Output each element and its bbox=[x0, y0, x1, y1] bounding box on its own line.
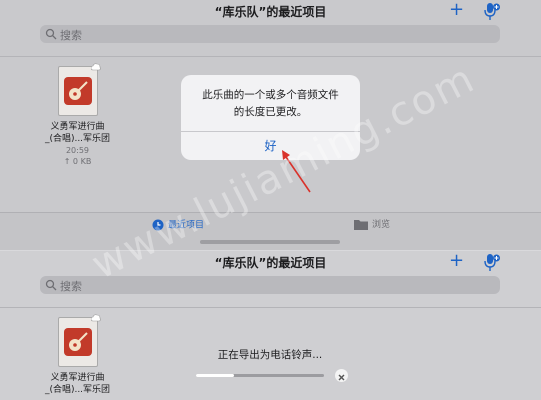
guitar-icon bbox=[63, 77, 92, 105]
cloud-icon bbox=[90, 314, 101, 322]
tab-browse[interactable]: 浏览 bbox=[354, 219, 390, 231]
tab-bar: 最近项目 浏览 bbox=[0, 212, 541, 250]
cloud-icon bbox=[90, 63, 101, 71]
file-name-line2: _(合唱)...军乐团 bbox=[44, 134, 111, 144]
cancel-export-button[interactable] bbox=[335, 369, 348, 382]
home-indicator bbox=[200, 240, 340, 244]
export-progress-panel: 正在导出为电话铃声... bbox=[175, 340, 365, 400]
export-status-label: 正在导出为电话铃声... bbox=[217, 349, 323, 361]
alert-message-line2: 的长度已更改。 bbox=[233, 106, 308, 118]
add-icon[interactable]: + bbox=[449, 0, 464, 21]
file-time: 20:59 bbox=[65, 146, 90, 155]
project-thumbnail bbox=[57, 63, 101, 116]
microphone-plus-icon-bottom bbox=[484, 254, 500, 271]
alert-message: 此乐曲的一个或多个音频文件 的长度已更改。 bbox=[181, 87, 360, 121]
project-file[interactable]: 义勇军进行曲 _(合唱)...军乐团 20:59 ↑ 0 KB bbox=[40, 63, 115, 167]
close-icon bbox=[338, 374, 345, 381]
alert-message-line1: 此乐曲的一个或多个音频文件 bbox=[202, 89, 339, 101]
search-icon bbox=[45, 28, 57, 40]
top-screen: “库乐队”的最近项目 + 搜索 义勇军进行曲 _(合唱)...军乐团 20:59… bbox=[0, 0, 541, 250]
file-name-line2-bottom: _(合唱)...军乐团 bbox=[44, 385, 111, 395]
search-field[interactable]: 搜索 bbox=[40, 25, 500, 43]
project-file-bottom: 义勇军进行曲 _(合唱)...军乐团 bbox=[40, 314, 115, 396]
file-size: ↑ 0 KB bbox=[63, 157, 92, 166]
divider bbox=[0, 307, 541, 308]
search-placeholder-bottom: 搜索 bbox=[60, 280, 82, 293]
tab-browse-label: 浏览 bbox=[372, 220, 391, 230]
search-placeholder: 搜索 bbox=[60, 29, 82, 42]
search-icon bbox=[45, 279, 57, 291]
export-progress-fill bbox=[196, 374, 235, 377]
export-progress-bar bbox=[196, 374, 324, 377]
microphone-plus-icon[interactable] bbox=[484, 3, 500, 21]
folder-icon bbox=[354, 220, 368, 230]
file-name-line1-bottom: 义勇军进行曲 bbox=[50, 373, 105, 383]
add-icon-bottom: + bbox=[449, 251, 465, 271]
guitar-icon bbox=[63, 328, 92, 356]
project-thumbnail bbox=[57, 314, 101, 367]
file-name-line1: 义勇军进行曲 bbox=[50, 122, 105, 132]
